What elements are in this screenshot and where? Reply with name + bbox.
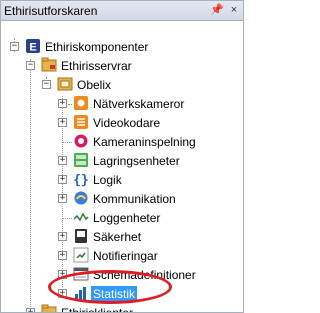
tree-label: Säkerhet <box>93 230 142 244</box>
expand-icon[interactable]: + <box>58 251 67 260</box>
tree-node-notifications[interactable]: + Notifieringar <box>1 247 221 265</box>
storage-icon <box>73 152 89 168</box>
network-camera-icon <box>73 95 89 111</box>
panel-titlebar: Ethirisutforskaren 📌 × <box>0 0 244 21</box>
tree-node-clients[interactable]: + Ethirisklienter <box>1 304 201 313</box>
tree-node-servers[interactable]: − Ethirisservrar <box>1 57 201 75</box>
svg-text:E: E <box>29 42 36 54</box>
tree-node-storage[interactable]: + Lagringsenheter <box>1 152 221 170</box>
expand-icon[interactable]: + <box>58 194 67 203</box>
tree-node-logic[interactable]: + {} Logik <box>1 171 221 189</box>
tree-connector <box>68 104 72 105</box>
tree-label: Kommunikation <box>93 192 176 206</box>
tree-node-communication[interactable]: + Kommunikation <box>1 190 221 208</box>
log-icon <box>73 209 89 225</box>
tree-node-log[interactable]: Loggenheter <box>1 209 221 227</box>
expand-icon[interactable]: + <box>58 118 67 127</box>
tree-connector <box>62 218 72 219</box>
logic-braces-icon: {} <box>73 171 89 187</box>
expand-icon[interactable]: + <box>58 99 67 108</box>
expand-icon[interactable]: + <box>58 156 67 165</box>
collapse-icon[interactable]: − <box>26 61 35 70</box>
expand-icon[interactable]: + <box>58 175 67 184</box>
communication-icon <box>73 190 89 206</box>
tree-node-video-encoders[interactable]: + Videokodare <box>1 114 221 132</box>
expand-icon[interactable]: + <box>58 232 67 241</box>
video-encoder-icon <box>73 114 89 130</box>
tree-node-camera-recording[interactable]: Kameraninspelning <box>1 133 221 151</box>
highlight-annotation <box>48 270 172 304</box>
tree-label: Logik <box>93 173 122 187</box>
security-icon <box>73 228 89 244</box>
tree-label-server: Obelix <box>77 78 112 92</box>
camera-recording-icon <box>73 133 89 149</box>
tree-node-server-obelix[interactable]: − Obelix <box>1 76 201 94</box>
collapse-icon[interactable]: − <box>42 80 51 89</box>
collapse-icon[interactable]: − <box>10 42 19 51</box>
expand-icon[interactable]: + <box>26 308 35 312</box>
tree-label: Lagringsenheter <box>93 154 180 168</box>
notification-icon <box>73 247 89 263</box>
explorer-tree: − E Ethiriskomponenter − Ethirisservrar … <box>0 21 244 313</box>
svg-text:{}: {} <box>73 173 89 187</box>
ethiris-e-icon: E <box>25 38 41 54</box>
tree-node-root[interactable]: − E Ethiriskomponenter <box>1 38 201 56</box>
tree-label-servers: Ethirisservrar <box>61 59 132 73</box>
tree-connector <box>62 142 72 143</box>
close-icon[interactable]: × <box>228 4 240 16</box>
titlebar-buttons: 📌 × <box>210 4 240 16</box>
server-folder-icon <box>41 57 57 73</box>
pin-icon[interactable]: 📌 <box>210 4 224 16</box>
tree-label-root: Ethiriskomponenter <box>45 40 149 54</box>
server-icon <box>57 76 73 92</box>
tree-label-clients: Ethirisklienter <box>61 306 134 313</box>
client-folder-icon <box>41 304 57 312</box>
tree-label: Loggenheter <box>93 211 161 225</box>
tree-label: Videokodare <box>93 116 161 130</box>
tree-label: Kameraninspelning <box>93 135 196 149</box>
tree-label: Nätverkskameror <box>93 97 185 111</box>
panel-title: Ethirisutforskaren <box>4 3 98 18</box>
tree-label: Notifieringar <box>93 249 158 263</box>
tree-node-network-cameras[interactable]: + Nätverkskameror <box>1 95 221 113</box>
tree-node-security[interactable]: + Säkerhet <box>1 228 221 246</box>
